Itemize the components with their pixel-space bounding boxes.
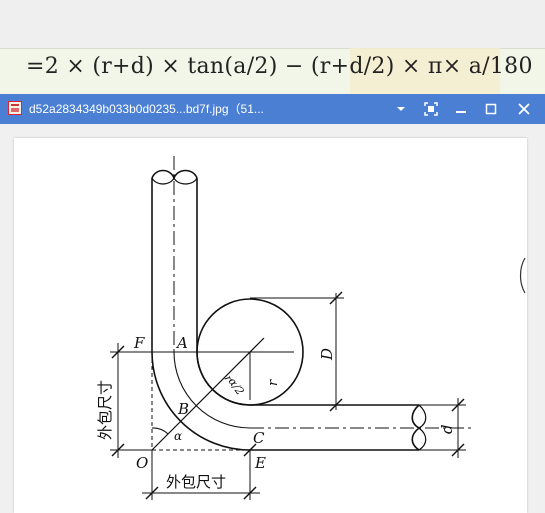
close-icon: [518, 103, 530, 115]
edge-artifact: [519, 257, 526, 294]
label-r: r: [266, 379, 281, 386]
minimize-button[interactable]: [451, 99, 471, 119]
minimize-icon: [456, 111, 466, 113]
maximize-button[interactable]: [481, 99, 501, 119]
fit-screen-button[interactable]: [421, 99, 441, 119]
close-button[interactable]: [514, 99, 534, 119]
chevron-down-icon: [397, 107, 405, 111]
label-E: E: [254, 454, 266, 472]
label-F: F: [133, 334, 145, 352]
fit-screen-icon: [424, 102, 438, 116]
dropdown-button[interactable]: [391, 99, 411, 119]
label-d: d: [438, 424, 456, 434]
window-title: d52a2834349b033b0d0235...bd7f.jpg（51...: [29, 102, 264, 116]
technical-drawing-image: F A B C E O D r d α r α/2 外包尺寸 外包尺寸: [14, 138, 527, 513]
label-B: B: [177, 400, 189, 418]
label-O: O: [136, 454, 148, 472]
label-D: D: [318, 348, 336, 361]
top-blank-area: [0, 0, 545, 48]
label-A: A: [175, 334, 188, 352]
bend-angle-arc: [151, 427, 169, 435]
radial-line: [151, 337, 265, 451]
maximize-icon: [485, 103, 497, 115]
image-viewer-app-icon: [8, 101, 22, 115]
label-alpha: α: [174, 429, 182, 443]
formula-text: =2 × (r+d) × tan(a/2) − (r+d/2) × π× a/1…: [26, 54, 533, 79]
label-C: C: [253, 429, 265, 447]
dim-bottom-label: 外包尺寸: [166, 473, 226, 491]
dim-left-label: 外包尺寸: [96, 380, 114, 440]
